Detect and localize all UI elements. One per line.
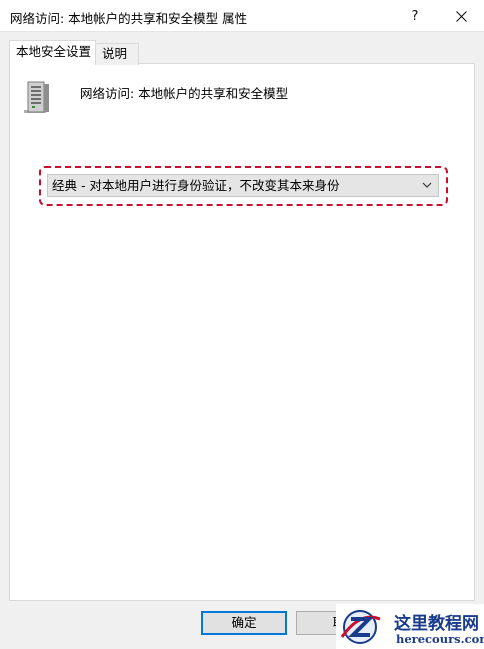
z-globe-logo	[340, 610, 381, 644]
select-value: 经典 - 对本地用户进行身份验证，不改变其本来身份	[52, 178, 340, 193]
chevron-down-icon	[422, 182, 432, 188]
tab-explain[interactable]: 说明	[95, 43, 139, 65]
window-title: 网络访问: 本地帐户的共享和安全模型 属性	[10, 11, 248, 26]
sharing-model-select[interactable]: 经典 - 对本地用户进行身份验证，不改变其本来身份	[47, 174, 439, 197]
ok-button[interactable]: 确定	[201, 611, 287, 635]
server-icon	[24, 81, 49, 113]
properties-dialog: 网络访问: 本地帐户的共享和安全模型 属性 ? 本地安全设置 说明 网络访问: …	[0, 0, 484, 649]
highlight-frame: 经典 - 对本地用户进行身份验证，不改变其本来身份	[39, 166, 448, 206]
watermark-cn-text: 这里教程网	[394, 614, 479, 634]
policy-title: 网络访问: 本地帐户的共享和安全模型	[80, 86, 289, 101]
help-button[interactable]: ?	[392, 0, 438, 32]
close-icon	[455, 10, 467, 22]
watermark: 这里教程网 herecours.com	[336, 604, 484, 649]
close-button[interactable]	[438, 0, 484, 32]
watermark-en-text: herecours.com	[396, 632, 484, 646]
tab-panel: 网络访问: 本地帐户的共享和安全模型 经典 - 对本地用户进行身份验证，不改变其…	[9, 63, 475, 601]
tab-local-security-setting[interactable]: 本地安全设置	[9, 40, 96, 64]
title-bar: 网络访问: 本地帐户的共享和安全模型 属性 ?	[0, 0, 484, 32]
